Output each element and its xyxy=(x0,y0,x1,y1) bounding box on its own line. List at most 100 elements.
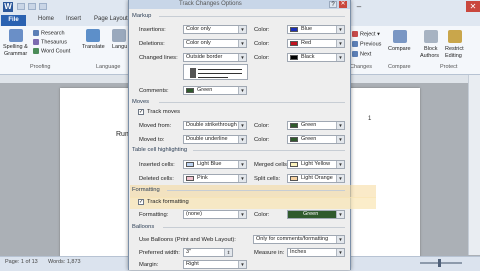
research-icon xyxy=(33,30,39,36)
research-label: Research xyxy=(41,30,65,37)
thesaurus-label: Thesaurus xyxy=(41,39,67,46)
thesaurus-button[interactable]: Thesaurus xyxy=(33,39,67,45)
split-cells-dropdown[interactable]: Light Orange ▼ xyxy=(287,174,345,183)
deleted-cells-value: Pink xyxy=(197,175,208,181)
save-icon[interactable] xyxy=(17,3,25,10)
preferred-width-label: Preferred width: xyxy=(139,250,180,256)
inserted-cells-dropdown[interactable]: Light Blue ▼ xyxy=(183,160,247,169)
moved-to-label: Moved to: xyxy=(139,137,165,143)
spelling-button[interactable]: Spelling & xyxy=(3,44,28,50)
tab-insert[interactable]: Insert xyxy=(66,16,81,22)
zoom-slider[interactable] xyxy=(420,262,462,264)
moved-to-dropdown[interactable]: Double underline ▼ xyxy=(183,135,247,144)
split-cells-label: Split cells: xyxy=(254,176,281,182)
use-balloons-dropdown[interactable]: Only for comments/formatting ▼ xyxy=(253,235,345,244)
word-app-icon[interactable]: W xyxy=(3,2,13,12)
preferred-width-spinner[interactable]: 3" ⇕ xyxy=(183,248,233,257)
insertions-color-value: Blue xyxy=(301,26,313,32)
tab-file[interactable]: File xyxy=(1,15,26,26)
dialog-close-button[interactable]: ✕ xyxy=(339,1,347,8)
formatting-label: Formatting: xyxy=(139,212,169,218)
chevron-down-icon: ▼ xyxy=(336,122,344,129)
green-swatch xyxy=(290,123,298,128)
changed-lines-preview xyxy=(183,64,248,80)
vertical-scrollbar[interactable] xyxy=(468,75,480,255)
merged-cells-dropdown[interactable]: Light Yellow ▼ xyxy=(287,160,345,169)
insertions-color-dropdown[interactable]: Blue ▼ xyxy=(287,25,345,34)
margin-dropdown[interactable]: Right ▼ xyxy=(183,260,247,269)
reject-label: Reject xyxy=(360,31,376,38)
track-formatting-checkbox[interactable]: ✓ xyxy=(138,199,144,205)
tab-home[interactable]: Home xyxy=(38,16,54,22)
page-count-status[interactable]: Page: 1 of 13 xyxy=(5,259,38,265)
chevron-down-icon: ▼ xyxy=(336,26,344,33)
moved-from-dropdown[interactable]: Double strikethrough ▼ xyxy=(183,121,247,130)
reject-icon xyxy=(352,31,358,37)
moved-to-color-dropdown[interactable]: Green ▼ xyxy=(287,135,345,144)
zoom-slider-thumb[interactable] xyxy=(438,259,441,267)
grammar-label: Grammar xyxy=(4,51,28,57)
next-button[interactable]: Next xyxy=(352,51,371,57)
insertions-value: Color only xyxy=(186,26,211,32)
minimize-button[interactable]: – xyxy=(350,1,368,12)
changes-group-label: Changes xyxy=(350,64,373,70)
moved-from-color-label: Color: xyxy=(254,123,270,129)
table-highlighting-section-header: Table cell highlighting xyxy=(132,147,188,153)
formatting-color-dropdown[interactable]: Green ▼ xyxy=(287,210,345,219)
compare-button[interactable]: Compare xyxy=(388,46,411,52)
chevron-down-icon: ▼ xyxy=(238,261,246,268)
use-balloons-label: Use Balloons (Print and Web Layout): xyxy=(139,237,236,243)
insertions-dropdown[interactable]: Color only ▼ xyxy=(183,25,247,34)
customize-qat-icon[interactable] xyxy=(39,3,47,10)
preferred-width-value: 3" xyxy=(186,249,192,255)
deleted-cells-dropdown[interactable]: Pink ▼ xyxy=(183,174,247,183)
word-count-status[interactable]: Words: 1,873 xyxy=(48,259,81,265)
track-moves-checkbox[interactable]: ✓ xyxy=(138,109,144,115)
undo-icon[interactable] xyxy=(28,3,36,10)
word-count-button[interactable]: Word Count xyxy=(33,48,70,54)
tab-page-layout[interactable]: Page Layout xyxy=(94,16,128,22)
reject-button[interactable]: Reject ▾ xyxy=(352,31,380,37)
translate-button[interactable]: Translate xyxy=(82,44,105,50)
changed-lines-dropdown[interactable]: Outside border ▼ xyxy=(183,53,247,62)
compare-icon xyxy=(393,30,407,43)
language-group-label: Language xyxy=(96,64,121,70)
thesaurus-icon xyxy=(33,39,39,45)
editing-label: Editing xyxy=(445,53,462,59)
preview-line xyxy=(198,69,242,70)
light-yellow-swatch xyxy=(290,162,298,167)
deletions-color-label: Color: xyxy=(254,41,270,47)
changed-lines-color-label: Color: xyxy=(254,55,270,61)
formatting-value: (none) xyxy=(186,211,202,217)
previous-button[interactable]: Previous xyxy=(352,41,381,47)
formatting-section-header: Formatting xyxy=(132,187,160,193)
changed-lines-color-dropdown[interactable]: Black ▼ xyxy=(287,53,345,62)
deletions-color-dropdown[interactable]: Red ▼ xyxy=(287,39,345,48)
measure-in-value: Inches xyxy=(290,249,307,255)
proofing-group-label: Proofing xyxy=(30,64,51,70)
chevron-down-icon: ▼ xyxy=(238,211,246,218)
blue-swatch xyxy=(290,27,298,32)
comments-color-dropdown[interactable]: Green ▼ xyxy=(183,86,247,95)
research-button[interactable]: Research xyxy=(33,30,65,36)
block-authors-button[interactable]: Block xyxy=(424,46,437,52)
deletions-value: Color only xyxy=(186,40,211,46)
measure-in-dropdown[interactable]: Inches ▼ xyxy=(287,248,345,257)
window-close-button[interactable]: ✕ xyxy=(466,1,480,12)
moved-to-color-label: Color: xyxy=(254,137,270,143)
spinner-arrows-icon[interactable]: ⇕ xyxy=(224,249,232,256)
inserted-cells-label: Inserted cells: xyxy=(139,162,175,168)
language-button[interactable]: Langu xyxy=(112,44,127,50)
use-balloons-value: Only for comments/formatting xyxy=(256,236,329,242)
restrict-editing-button[interactable]: Restrict xyxy=(445,46,464,52)
inserted-cells-value: Light Blue xyxy=(197,161,222,167)
chevron-down-icon: ▼ xyxy=(336,249,344,256)
moved-to-color-value: Green xyxy=(301,136,317,142)
comments-label: Comments: xyxy=(139,88,169,94)
deleted-cells-label: Deleted cells: xyxy=(139,176,174,182)
spelling-icon xyxy=(9,29,23,42)
help-button[interactable]: ? xyxy=(329,1,337,8)
moved-from-color-dropdown[interactable]: Green ▼ xyxy=(287,121,345,130)
deletions-dropdown[interactable]: Color only ▼ xyxy=(183,39,247,48)
formatting-dropdown[interactable]: (none) ▼ xyxy=(183,210,247,219)
